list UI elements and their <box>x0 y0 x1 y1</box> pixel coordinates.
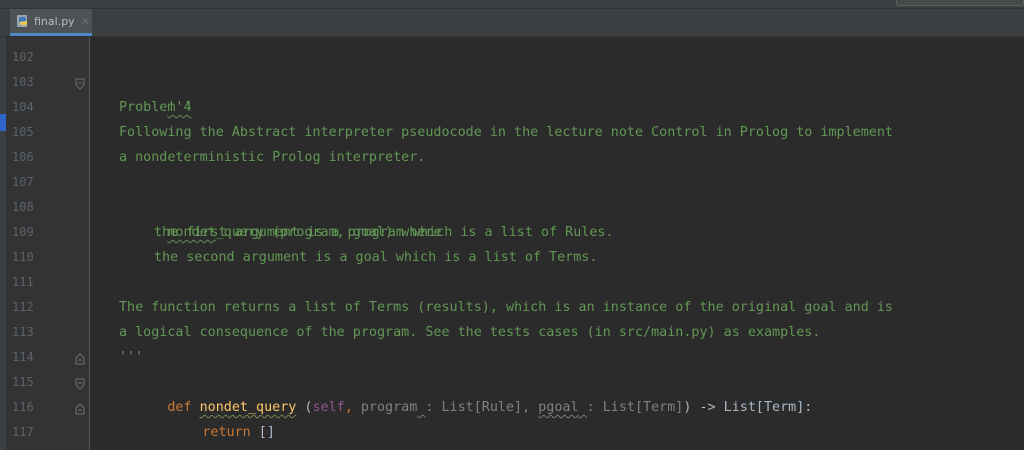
code-line-103: ''' <box>119 70 191 115</box>
code-text: ( <box>296 400 313 415</box>
code-line-105: Following the Abstract interpreter pseud… <box>119 125 893 140</box>
fold-open-icon[interactable] <box>75 378 85 390</box>
code-line-108: nondet_query (program, goal) where <box>119 195 441 240</box>
line-number: 102 <box>12 50 34 64</box>
close-icon[interactable]: ✕ <box>81 15 90 28</box>
code-editor[interactable]: ''' Problem 4 Following the Abstract int… <box>91 37 1024 450</box>
line-number: 103 <box>12 75 34 89</box>
fold-close-icon[interactable] <box>75 353 85 365</box>
code-line-114: ''' <box>119 350 144 365</box>
code-line-104: Problem 4 <box>119 100 192 115</box>
line-number: 111 <box>12 275 34 289</box>
tab-final-py[interactable]: final.py ✕ <box>10 9 92 36</box>
tab-label: final.py <box>34 14 75 28</box>
line-number: 110 <box>12 250 34 264</box>
line-number: 105 <box>12 125 34 139</box>
keyword-return: return <box>202 425 251 440</box>
line-number: 114 <box>12 350 34 364</box>
line-number: 117 <box>12 425 34 439</box>
weak-warning <box>579 400 587 415</box>
code-text: , <box>344 400 361 415</box>
line-number: 106 <box>12 150 34 164</box>
param-program: program <box>360 400 418 415</box>
code-line-109: the first argument is a program which is… <box>154 225 614 240</box>
line-number: 113 <box>12 325 34 339</box>
code-line-115: def nondet_query (self, program : List[R… <box>119 370 812 415</box>
param-pgoal: pgoal <box>538 400 579 415</box>
line-number: 109 <box>12 225 34 239</box>
code-text: [] <box>250 425 275 440</box>
line-number-gutter: 102 103 104 105 106 107 108 109 110 111 … <box>6 37 90 450</box>
line-number: 108 <box>12 200 34 214</box>
code-line-112: The function returns a list of Terms (re… <box>119 300 893 315</box>
self-param: self <box>312 400 345 415</box>
type-hint: : List[Term] <box>586 400 684 415</box>
code-line-106: a nondeterministic Prolog interpreter. <box>119 150 426 165</box>
return-annotation: ) -> List[Term]: <box>683 400 813 415</box>
line-number: 104 <box>12 100 34 114</box>
title-bar <box>0 0 1024 9</box>
code-line-113: a logical consequence of the program. Se… <box>119 325 821 340</box>
ide-window: final.py ✕ 102 103 104 105 106 107 108 1… <box>0 0 1024 450</box>
editor-tab-bar: final.py ✕ <box>0 9 1024 37</box>
code-line-110: the second argument is a goal which is a… <box>154 250 598 265</box>
line-number: 112 <box>12 300 34 314</box>
python-file-icon <box>17 15 28 27</box>
line-number: 115 <box>12 375 34 389</box>
search-field[interactable] <box>896 0 1024 6</box>
fold-close-icon[interactable] <box>75 403 85 415</box>
code-line-116: return [] <box>119 395 275 440</box>
line-number: 107 <box>12 175 34 189</box>
line-number: 116 <box>12 400 34 414</box>
type-hint: : List[Rule], <box>425 400 539 415</box>
fold-open-icon[interactable] <box>75 78 85 90</box>
